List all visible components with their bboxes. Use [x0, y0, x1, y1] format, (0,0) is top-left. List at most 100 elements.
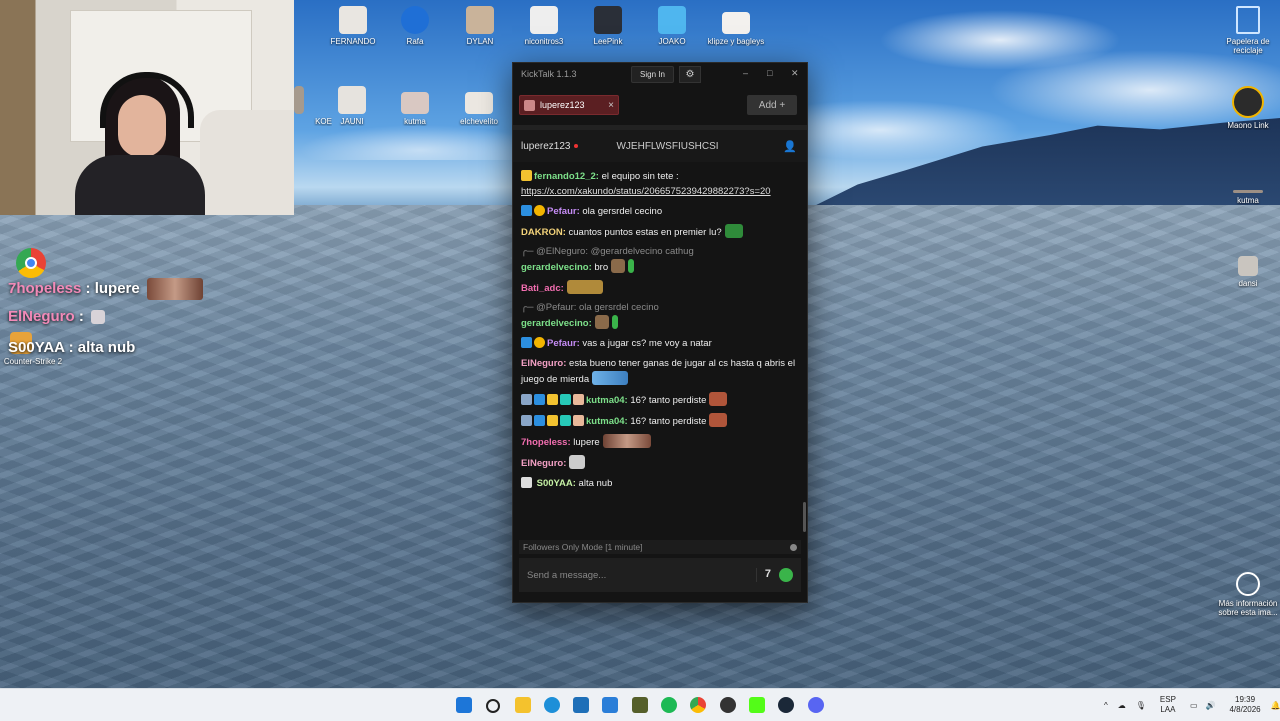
- verified-badge-icon: [521, 337, 532, 348]
- message-link[interactable]: https://x.com/xakundo/status/20665752394…: [521, 186, 771, 197]
- desktop-icon-elchevelito[interactable]: elchevelito: [444, 92, 514, 126]
- chat-scrollbar[interactable]: [803, 502, 806, 532]
- desktop-icon-maono-link[interactable]: Maono Link: [1213, 86, 1280, 130]
- steam-icon[interactable]: [778, 697, 794, 713]
- stream-title: WJEHFLWSFIUSHCSI: [616, 140, 719, 152]
- add-channel-button[interactable]: Add +: [747, 95, 797, 115]
- desktop-icon-kutma[interactable]: kutma: [380, 92, 450, 126]
- desktop-icon-klipze[interactable]: klipze y bagleys: [701, 12, 771, 46]
- game-icon: [530, 6, 558, 34]
- verified-badge-icon: [534, 394, 545, 405]
- chat-message: gerardelvecino: bro: [521, 259, 799, 275]
- seventv-icon[interactable]: 7: [765, 568, 771, 582]
- desktop-icon-recycle-bin[interactable]: Papelera de reciclaje: [1213, 6, 1280, 55]
- title-bar: KickTalk 1.1.3 Sign In ⚙ – □ ✕: [513, 63, 807, 85]
- reply-arrow-icon: ╭─: [521, 246, 534, 257]
- desktop-icon-kutma-2[interactable]: kutma: [1213, 190, 1280, 205]
- crown-badge-icon: [521, 170, 532, 181]
- emote-image: [724, 224, 743, 238]
- close-tab-icon[interactable]: ×: [608, 100, 614, 111]
- desktop-icon-jauni[interactable]: JAUNI: [317, 86, 387, 126]
- desktop-icon-dansi[interactable]: dansi: [1213, 256, 1280, 288]
- start-icon[interactable]: [456, 697, 472, 713]
- verified-badge-icon: [521, 205, 532, 216]
- founder-badge-icon: [560, 394, 571, 405]
- emote-picker-icon[interactable]: [779, 568, 793, 582]
- network-icon[interactable]: ▭: [1190, 701, 1198, 710]
- channel-tabs: luperez123 × Add +: [513, 85, 807, 126]
- notification-icon[interactable]: 🔔: [1271, 701, 1280, 710]
- chat-message: kutma04: 16? tanto perdiste: [521, 413, 799, 429]
- cloud-icon[interactable]: ☁: [1118, 701, 1126, 710]
- chat-messages[interactable]: fernando12_2: el equipo sin tete : https…: [513, 162, 807, 540]
- webcam-feed: [0, 0, 294, 215]
- volume-icon[interactable]: 🔊: [1206, 701, 1216, 710]
- chrome-icon[interactable]: [16, 248, 46, 278]
- store-icon[interactable]: [573, 697, 589, 713]
- reply-context[interactable]: ╭─ @Pefaur: ola gersrdel cecino: [521, 302, 799, 313]
- desktop-icon-dylan[interactable]: DYLAN: [445, 6, 515, 46]
- discord-icon[interactable]: [808, 697, 824, 713]
- input-tools: 7: [755, 568, 793, 582]
- file-explorer-icon[interactable]: [515, 697, 531, 713]
- sign-in-button[interactable]: Sign In: [631, 66, 674, 83]
- photo-icon: [722, 12, 750, 34]
- emote-image: [594, 315, 609, 329]
- chevron-up-icon[interactable]: ^: [1104, 701, 1108, 710]
- emote-image: [611, 315, 618, 329]
- app-icon[interactable]: [632, 697, 648, 713]
- sub-badge-icon: [573, 394, 584, 405]
- emote-image: [91, 310, 106, 325]
- user-icon[interactable]: 👤: [783, 140, 797, 153]
- desktop-icon-leepink[interactable]: LeePink: [573, 6, 643, 46]
- close-icon[interactable]: ✕: [791, 68, 799, 79]
- edge-icon[interactable]: [544, 697, 560, 713]
- gear-icon[interactable]: ⚙: [679, 66, 701, 83]
- emote-image: [709, 392, 728, 406]
- channel-name[interactable]: luperez123: [521, 141, 570, 152]
- clock[interactable]: 19:39 4/8/2026: [1229, 695, 1260, 715]
- maximize-icon[interactable]: □: [767, 68, 772, 78]
- tray-icons: ^ ☁ 🎙 ESP LAA ▭ 🔊 19:39 4/8/2026 🔔: [1104, 689, 1280, 721]
- desktop-icon-spotlight-info[interactable]: Más información sobre esta ima...: [1213, 572, 1280, 617]
- info-camera-icon: [1236, 572, 1260, 596]
- chat-message: Pefaur: ola gersrdel cecino: [521, 204, 799, 219]
- chat-message: S00YAA: alta nub: [521, 476, 799, 491]
- tab-luperez123[interactable]: luperez123 ×: [519, 95, 619, 115]
- emote-image: [611, 259, 626, 273]
- desktop-icon-joako[interactable]: JOAKO: [637, 6, 707, 46]
- emote-image: [709, 413, 728, 427]
- emote-image: [566, 280, 603, 294]
- counter-strike-icon: [594, 6, 622, 34]
- crown-badge-icon: [547, 394, 558, 405]
- desktop-icon-rafa[interactable]: Rafa: [380, 6, 450, 46]
- rocket-league-icon: [401, 6, 429, 34]
- spotify-icon[interactable]: [661, 697, 677, 713]
- emote-image: [146, 278, 203, 300]
- message-input[interactable]: Send a message... 7: [519, 558, 801, 592]
- webcam-person-body: [75, 155, 205, 215]
- search-icon[interactable]: [486, 699, 500, 713]
- desktop-icon-fernando[interactable]: FERNANDO: [318, 6, 388, 46]
- taskbar: ^ ☁ 🎙 ESP LAA ▭ 🔊 19:39 4/8/2026 🔔: [0, 688, 1280, 721]
- language-indicator[interactable]: ESP LAA: [1160, 695, 1176, 715]
- obs-icon[interactable]: [720, 697, 736, 713]
- sub-badge-icon: [534, 205, 545, 216]
- outlook-icon[interactable]: [602, 697, 618, 713]
- microphone-icon[interactable]: 🎙: [1136, 701, 1146, 710]
- chrome-taskbar-icon[interactable]: [690, 697, 706, 713]
- photo-icon: [465, 92, 493, 114]
- emote-image: [628, 259, 635, 273]
- photo-icon: [1238, 256, 1258, 276]
- reply-arrow-icon: ╭─: [521, 302, 534, 313]
- chat-message: fernando12_2: el equipo sin tete : https…: [521, 170, 771, 197]
- stumble-guys-icon: [658, 6, 686, 34]
- kicktalk-taskbar-icon[interactable]: [749, 697, 765, 713]
- chat-message: ElNeguro: esta bueno tener ganas de juga…: [521, 358, 796, 385]
- minimize-icon[interactable]: –: [743, 68, 748, 78]
- info-icon[interactable]: [790, 543, 797, 551]
- reply-context[interactable]: ╭─ @ElNeguro: @gerardelvecino cathug: [521, 246, 799, 257]
- overlay-chat-line: S00YAA : alta nub: [8, 339, 136, 356]
- desktop-icon-niconitros3[interactable]: niconitros3: [509, 6, 579, 46]
- emote-image: [569, 455, 586, 469]
